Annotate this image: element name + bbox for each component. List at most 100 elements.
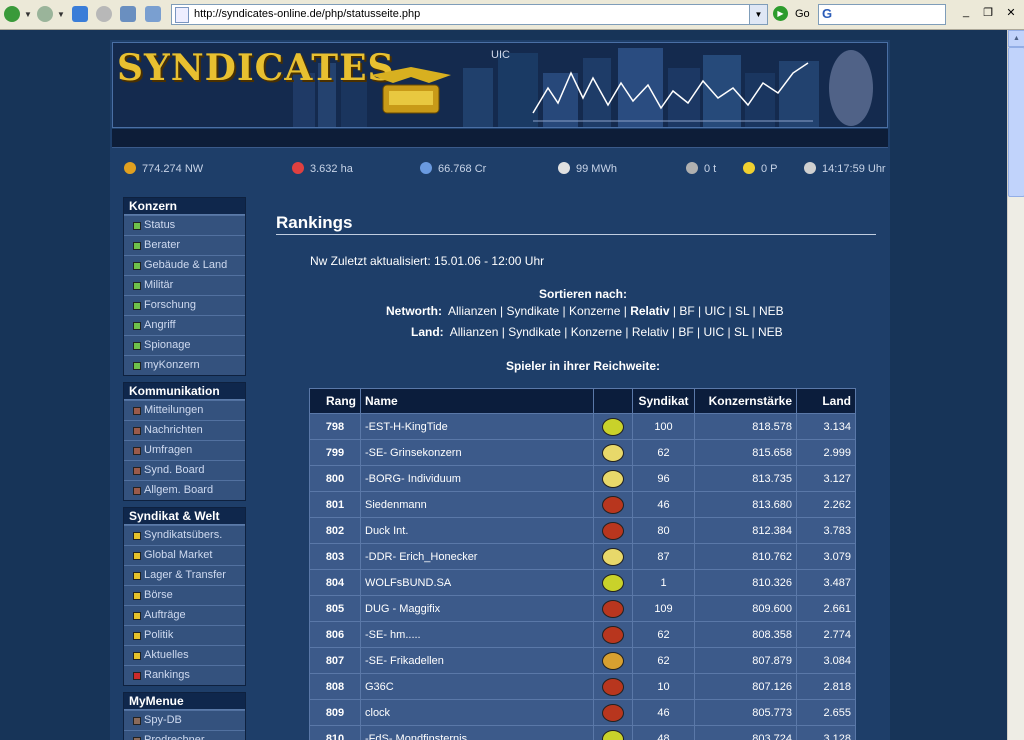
sidebar-item-angriff[interactable]: Angriff (124, 315, 245, 335)
sidebar-item-forschung[interactable]: Forschung (124, 295, 245, 315)
sort-option-link[interactable]: BF (679, 304, 694, 318)
go-button[interactable]: Go (795, 8, 810, 20)
syndikat-cell[interactable]: 87 (632, 543, 695, 570)
player-name-cell[interactable]: Duck Int. (360, 517, 594, 544)
player-name-cell[interactable]: DUG - Maggifix (360, 595, 594, 622)
player-name-cell[interactable]: -SE- Grinsekonzern (360, 439, 594, 466)
player-name-cell[interactable]: G36C (360, 673, 594, 700)
strength-cell: 810.762 (694, 543, 797, 570)
forward-dropdown-icon[interactable]: ▼ (57, 10, 65, 19)
sidebar-item-label: Aktuelles (144, 649, 189, 661)
sidebar-item-global-market[interactable]: Global Market (124, 545, 245, 565)
sidebar-item-mitteilungen[interactable]: Mitteilungen (124, 400, 245, 420)
col-land[interactable]: Land (796, 388, 856, 414)
sidebar-item-berater[interactable]: Berater (124, 235, 245, 255)
sort-option-link[interactable]: Allianzen (448, 304, 497, 318)
sort-option-link[interactable]: NEB (759, 304, 784, 318)
bullet-square-icon (133, 427, 141, 435)
table-row: 803 -DDR- Erich_Honecker 87 810.762 3.079 (309, 543, 856, 570)
col-strength[interactable]: Konzernstärke (694, 388, 797, 414)
syndikat-cell[interactable]: 100 (632, 413, 695, 440)
bullet-square-icon (133, 487, 141, 495)
syndikat-cell[interactable]: 48 (632, 725, 695, 740)
sidebar-item-lager-transfer[interactable]: Lager & Transfer (124, 565, 245, 585)
sidebar-item-label: Synd. Board (144, 464, 205, 476)
back-dropdown-icon[interactable]: ▼ (24, 10, 32, 19)
restore-button[interactable]: ❐ (980, 6, 996, 20)
player-name-cell[interactable]: Siedenmann (360, 491, 594, 518)
sort-option-link[interactable]: UIC (704, 304, 725, 318)
sidebar-item-syndikatsübers-[interactable]: Syndikatsübers. (124, 525, 245, 545)
col-rank[interactable]: Rang (309, 388, 361, 414)
faction-uic-icon (602, 547, 624, 566)
sort-option-link[interactable]: Allianzen (450, 325, 499, 339)
sort-option-link[interactable]: Konzerne (569, 304, 620, 318)
sort-option-link[interactable]: Syndikate (507, 304, 560, 318)
close-button[interactable]: ✕ (1003, 6, 1019, 20)
syndikat-cell[interactable]: 80 (632, 517, 695, 544)
player-name-cell[interactable]: -BORG- Individuum (360, 465, 594, 492)
player-name-cell[interactable]: -EST-H-KingTide (360, 413, 594, 440)
sidebar-item-aktuelles[interactable]: Aktuelles (124, 645, 245, 665)
stat-1: 3.632 ha (292, 162, 353, 175)
col-syndikat[interactable]: Syndikat (632, 388, 695, 414)
syndikat-cell[interactable]: 1 (632, 569, 695, 596)
back-arrow-icon[interactable] (4, 6, 20, 22)
player-name-cell[interactable]: WOLFsBUND.SA (360, 569, 594, 596)
address-dropdown-icon[interactable]: ▼ (749, 5, 767, 24)
syndikat-cell[interactable]: 109 (632, 595, 695, 622)
syndikat-cell[interactable]: 62 (632, 439, 695, 466)
sidebar-item-aufträge[interactable]: Aufträge (124, 605, 245, 625)
sort-option-link[interactable]: SL (734, 325, 748, 339)
sort-option-link[interactable]: Syndikate (508, 325, 561, 339)
syndikat-cell[interactable]: 10 (632, 673, 695, 700)
vertical-scrollbar[interactable]: ▲ (1007, 30, 1024, 740)
player-name-cell[interactable]: -DDR- Erich_Honecker (360, 543, 594, 570)
sidebar-item-rankings[interactable]: Rankings (124, 665, 245, 685)
refresh-icon[interactable] (72, 6, 88, 22)
sort-option-link[interactable]: Relativ (632, 325, 669, 339)
sidebar-item-spionage[interactable]: Spionage (124, 335, 245, 355)
sidebar-item-status[interactable]: Status (124, 215, 245, 235)
sidebar-item-börse[interactable]: Börse (124, 585, 245, 605)
sort-option-link[interactable]: SL (735, 304, 749, 318)
sidebar-item-synd-board[interactable]: Synd. Board (124, 460, 245, 480)
sort-option-link[interactable]: Relativ (630, 304, 669, 318)
syndikat-cell[interactable]: 46 (632, 699, 695, 726)
syndikat-cell[interactable]: 62 (632, 621, 695, 648)
sidebar-item-label: Allgem. Board (144, 484, 214, 496)
scroll-up-icon[interactable]: ▲ (1008, 30, 1024, 47)
syndikat-cell[interactable]: 46 (632, 491, 695, 518)
sidebar-item-nachrichten[interactable]: Nachrichten (124, 420, 245, 440)
sort-option-link[interactable]: NEB (758, 325, 783, 339)
sort-option-link[interactable]: Konzerne (571, 325, 622, 339)
forward-arrow-icon[interactable] (37, 6, 53, 22)
scroll-thumb[interactable] (1008, 47, 1024, 197)
player-name-cell[interactable]: -SE- hm..... (360, 621, 594, 648)
sidebar-item-mykonzern[interactable]: myKonzern (124, 355, 245, 375)
sidebar-item-gebäude-land[interactable]: Gebäude & Land (124, 255, 245, 275)
minimize-button[interactable]: _ (958, 6, 974, 20)
sidebar-item-prodrechner[interactable]: Prodrechner (124, 730, 245, 740)
syndikat-cell[interactable]: 96 (632, 465, 695, 492)
table-row: 805 DUG - Maggifix 109 809.600 2.661 (309, 595, 856, 622)
sidebar-item-umfragen[interactable]: Umfragen (124, 440, 245, 460)
history-icon[interactable] (120, 6, 136, 22)
sidebar-item-militär[interactable]: Militär (124, 275, 245, 295)
player-name-cell[interactable]: -FdS- Mondfinsternis (360, 725, 594, 740)
col-name[interactable]: Name (360, 388, 594, 414)
sort-option-link[interactable]: BF (678, 325, 693, 339)
sort-option-link[interactable]: UIC (703, 325, 724, 339)
go-icon[interactable]: ▶ (773, 6, 788, 21)
syndicates-logo[interactable]: SYNDICATES (117, 47, 395, 89)
address-bar[interactable]: http://syndicates-online.de/php/statusse… (171, 4, 768, 25)
sidebar-item-politik[interactable]: Politik (124, 625, 245, 645)
sidebar-item-spy-db[interactable]: Spy-DB (124, 710, 245, 730)
sidebar-item-allgem-board[interactable]: Allgem. Board (124, 480, 245, 500)
player-name-cell[interactable]: clock (360, 699, 594, 726)
home-icon[interactable] (145, 6, 161, 22)
syndikat-cell[interactable]: 62 (632, 647, 695, 674)
player-name-cell[interactable]: -SE- Frikadellen (360, 647, 594, 674)
stop-icon[interactable] (96, 6, 112, 22)
search-box[interactable]: G (818, 4, 946, 25)
